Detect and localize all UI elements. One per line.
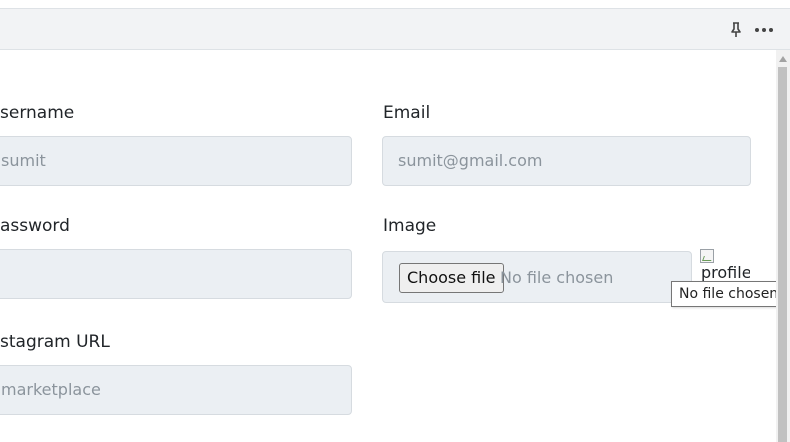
choose-file-button[interactable]: Choose file: [399, 263, 504, 293]
pin-icon[interactable]: [728, 21, 744, 39]
username-input[interactable]: sumit: [0, 136, 352, 186]
instagram-url-input[interactable]: marketplace: [0, 365, 352, 415]
scroll-up-arrow-icon[interactable]: [779, 56, 787, 62]
broken-image-icon: [700, 249, 714, 263]
panel-toolbar: [0, 8, 790, 50]
vertical-scrollbar[interactable]: [776, 50, 790, 442]
password-input[interactable]: [0, 249, 352, 299]
form-content: sername sumit Email sumit@gmail.com assw…: [0, 50, 776, 442]
scrollbar-thumb[interactable]: [778, 67, 787, 442]
instagram-label: stagram URL: [0, 332, 110, 352]
file-tooltip: No file chosen: [671, 281, 787, 307]
email-label: Email: [383, 103, 431, 123]
image-file-input[interactable]: Choose file No file chosen: [382, 251, 692, 303]
email-field[interactable]: sumit@gmail.com: [382, 136, 751, 186]
more-horizontal-icon[interactable]: [754, 21, 774, 39]
profile-image-preview: profile: [700, 249, 750, 285]
image-label: Image: [383, 216, 437, 236]
file-status-text: No file chosen: [500, 268, 614, 287]
username-value: sumit: [1, 151, 46, 170]
username-label: sername: [0, 103, 75, 123]
top-edge: [0, 0, 790, 8]
instagram-value: marketplace: [1, 380, 101, 399]
profile-image-alt: profile: [701, 263, 750, 282]
password-label: assword: [0, 216, 70, 236]
email-placeholder: sumit@gmail.com: [398, 151, 543, 170]
